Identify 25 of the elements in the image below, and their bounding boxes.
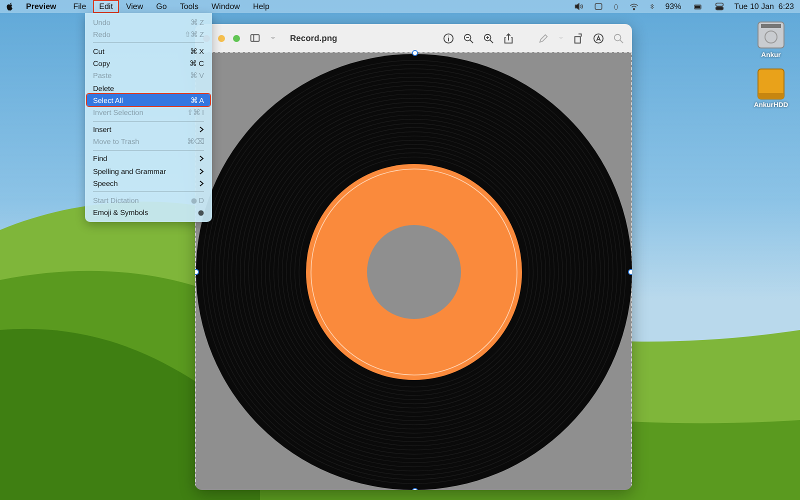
sidebar-icon[interactable] <box>248 33 262 43</box>
markup-icon[interactable] <box>593 32 604 44</box>
clock[interactable]: Tue 10 Jan 6:23 <box>734 2 794 11</box>
menu-title[interactable]: Edit <box>94 1 118 12</box>
rotate-icon[interactable] <box>573 32 584 44</box>
menu-title[interactable]: Go <box>151 1 172 12</box>
control-center-icon[interactable] <box>715 2 724 11</box>
menu-title[interactable]: Tools <box>174 1 204 12</box>
pill-icon[interactable] <box>613 2 620 12</box>
apple-logo-icon[interactable] <box>6 2 14 11</box>
zoom-out-icon[interactable] <box>463 32 474 44</box>
share-icon[interactable] <box>503 32 514 44</box>
battery-percentage: 93% <box>665 2 682 11</box>
zoom-in-icon[interactable] <box>483 32 494 44</box>
app-menu[interactable]: Preview <box>26 2 56 11</box>
menu-title[interactable]: File <box>68 1 92 12</box>
speaker-icon[interactable] <box>574 2 584 11</box>
window-title: Record.png <box>290 33 338 43</box>
bluetooth-icon[interactable] <box>649 2 656 11</box>
menu-title[interactable]: Help <box>248 1 274 12</box>
window-icon[interactable] <box>594 2 604 11</box>
wifi-icon[interactable] <box>629 2 640 11</box>
menu-title[interactable]: View <box>120 1 148 12</box>
info-icon[interactable] <box>443 32 454 44</box>
menu-title[interactable]: Window <box>206 1 245 12</box>
